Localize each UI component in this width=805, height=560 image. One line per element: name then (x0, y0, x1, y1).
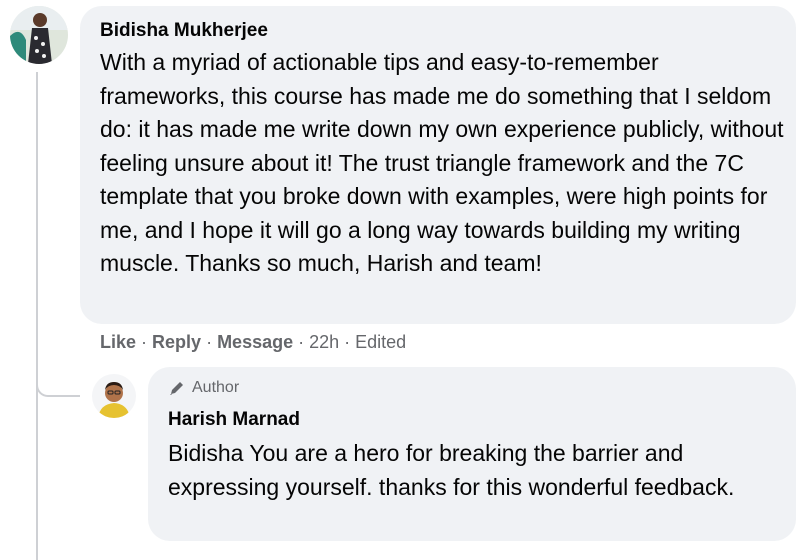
comment-text: With a myriad of actionable tips and eas… (100, 49, 784, 276)
author-badge-label: Author (192, 379, 240, 396)
reply-connector (36, 355, 80, 397)
comment-actions: Like · Reply · Message · 22h · Edited (100, 332, 406, 353)
reply-author-name[interactable]: Harish Marnad (168, 408, 300, 432)
reply-text: Bidisha You are a hero for breaking the … (168, 440, 735, 500)
thread-line (36, 72, 38, 560)
pencil-icon (170, 382, 183, 395)
avatar[interactable] (10, 6, 68, 64)
separator-dot: · (344, 332, 351, 352)
reply-bubble: Author Harish Marnad Bidisha You are a h… (148, 367, 796, 541)
edited-label[interactable]: Edited (355, 332, 406, 353)
comment-timestamp[interactable]: 22h (309, 332, 339, 353)
reply-avatar[interactable] (92, 374, 136, 418)
separator-dot: · (298, 332, 305, 352)
separator-dot: · (141, 332, 148, 352)
separator-dot: · (206, 332, 213, 352)
comment-bubble: Bidisha Mukherjee With a myriad of actio… (80, 6, 796, 324)
reply-button[interactable]: Reply (152, 332, 201, 353)
like-button[interactable]: Like (100, 332, 136, 353)
profile-photo (92, 374, 136, 418)
author-badge: Author (168, 379, 239, 397)
profile-photo (10, 6, 68, 64)
message-button[interactable]: Message (217, 332, 293, 353)
comment-author-name[interactable]: Bidisha Mukherjee (100, 19, 268, 43)
